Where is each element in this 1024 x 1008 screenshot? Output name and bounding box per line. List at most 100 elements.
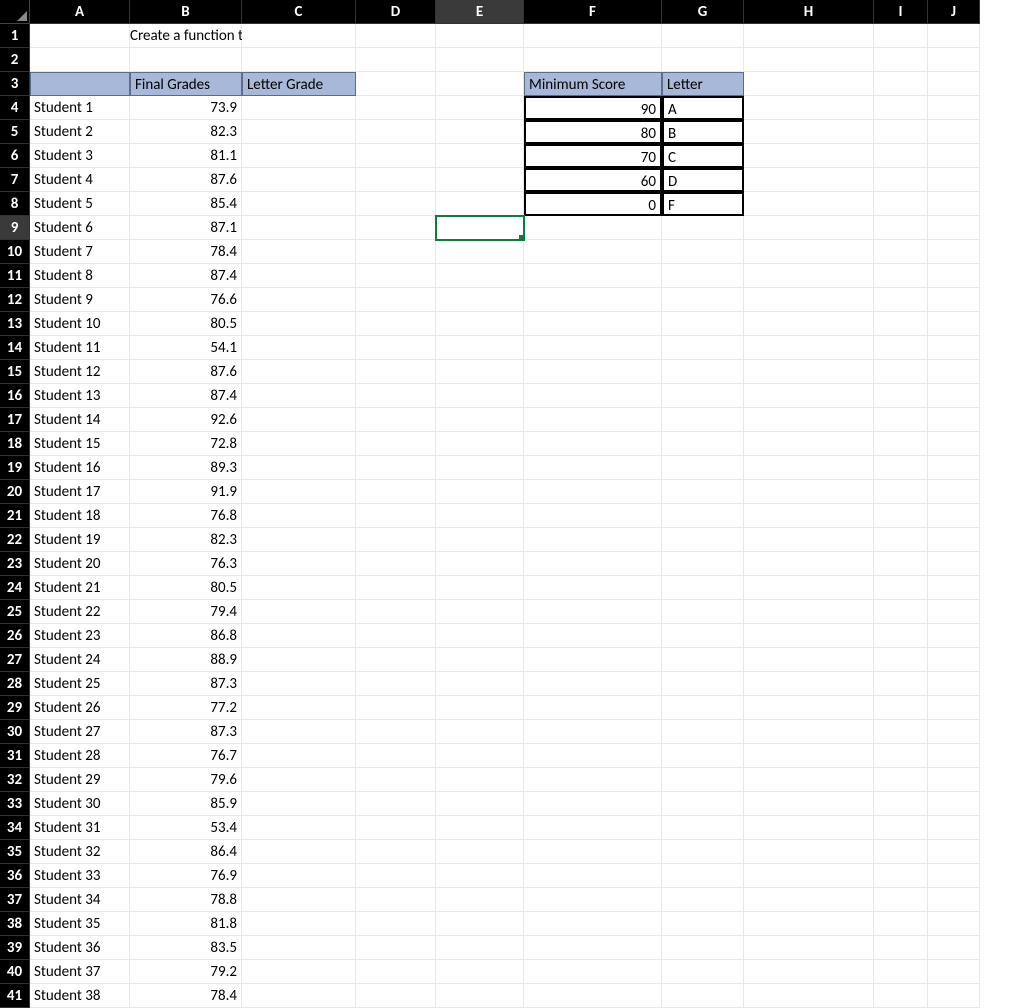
cell-H41[interactable] xyxy=(744,984,874,1008)
row-header-25[interactable]: 25 xyxy=(0,600,30,624)
student-grade-row-6[interactable]: 81.1 xyxy=(130,144,242,168)
cell-A2[interactable] xyxy=(30,48,130,72)
student-grade-row-17[interactable]: 92.6 xyxy=(130,408,242,432)
cell-C1[interactable] xyxy=(242,24,356,48)
cell-D5[interactable] xyxy=(356,120,436,144)
cell-I26[interactable] xyxy=(874,624,928,648)
cell-G21[interactable] xyxy=(662,504,744,528)
row-header-13[interactable]: 13 xyxy=(0,312,30,336)
cell-G38[interactable] xyxy=(662,912,744,936)
cell-H1[interactable] xyxy=(744,24,874,48)
cell-A3[interactable] xyxy=(30,72,130,96)
col-header-B[interactable]: B xyxy=(130,0,242,24)
row-header-22[interactable]: 22 xyxy=(0,528,30,552)
cell-E37[interactable] xyxy=(436,888,524,912)
cell-F41[interactable] xyxy=(524,984,662,1008)
student-grade-row-12[interactable]: 76.6 xyxy=(130,288,242,312)
cell-H9[interactable] xyxy=(744,216,874,240)
row-header-23[interactable]: 23 xyxy=(0,552,30,576)
cell-H40[interactable] xyxy=(744,960,874,984)
row-header-29[interactable]: 29 xyxy=(0,696,30,720)
cell-C7[interactable] xyxy=(242,168,356,192)
cell-F14[interactable] xyxy=(524,336,662,360)
student-name-row-37[interactable]: Student 34 xyxy=(30,888,130,912)
min-score-row-5[interactable]: 80 xyxy=(524,120,662,144)
cell-J5[interactable] xyxy=(928,120,980,144)
cell-G17[interactable] xyxy=(662,408,744,432)
row-header-31[interactable]: 31 xyxy=(0,744,30,768)
cell-C22[interactable] xyxy=(242,528,356,552)
cell-D31[interactable] xyxy=(356,744,436,768)
cell-E36[interactable] xyxy=(436,864,524,888)
student-grade-row-23[interactable]: 76.3 xyxy=(130,552,242,576)
active-cell[interactable] xyxy=(436,216,524,240)
cell-H20[interactable] xyxy=(744,480,874,504)
cell-I1[interactable] xyxy=(874,24,928,48)
cell-J2[interactable] xyxy=(928,48,980,72)
student-grade-row-37[interactable]: 78.8 xyxy=(130,888,242,912)
cell-G36[interactable] xyxy=(662,864,744,888)
row-header-27[interactable]: 27 xyxy=(0,648,30,672)
cell-E15[interactable] xyxy=(436,360,524,384)
cell-J10[interactable] xyxy=(928,240,980,264)
row-header-5[interactable]: 5 xyxy=(0,120,30,144)
cell-I33[interactable] xyxy=(874,792,928,816)
student-name-row-28[interactable]: Student 25 xyxy=(30,672,130,696)
cell-H10[interactable] xyxy=(744,240,874,264)
student-grade-row-29[interactable]: 77.2 xyxy=(130,696,242,720)
student-name-row-13[interactable]: Student 10 xyxy=(30,312,130,336)
cell-J15[interactable] xyxy=(928,360,980,384)
cell-F18[interactable] xyxy=(524,432,662,456)
student-grade-row-9[interactable]: 87.1 xyxy=(130,216,242,240)
cell-E23[interactable] xyxy=(436,552,524,576)
cell-C11[interactable] xyxy=(242,264,356,288)
cell-D15[interactable] xyxy=(356,360,436,384)
cell-F13[interactable] xyxy=(524,312,662,336)
student-grade-row-26[interactable]: 86.8 xyxy=(130,624,242,648)
cell-I8[interactable] xyxy=(874,192,928,216)
cell-H4[interactable] xyxy=(744,96,874,120)
cell-F12[interactable] xyxy=(524,288,662,312)
cell-E27[interactable] xyxy=(436,648,524,672)
student-grade-row-31[interactable]: 76.7 xyxy=(130,744,242,768)
cell-G25[interactable] xyxy=(662,600,744,624)
cell-E14[interactable] xyxy=(436,336,524,360)
row-header-18[interactable]: 18 xyxy=(0,432,30,456)
student-name-row-35[interactable]: Student 32 xyxy=(30,840,130,864)
cell-E34[interactable] xyxy=(436,816,524,840)
student-name-row-40[interactable]: Student 37 xyxy=(30,960,130,984)
cell-I28[interactable] xyxy=(874,672,928,696)
cell-F30[interactable] xyxy=(524,720,662,744)
cell-H32[interactable] xyxy=(744,768,874,792)
cell-J9[interactable] xyxy=(928,216,980,240)
cell-H29[interactable] xyxy=(744,696,874,720)
letter-row-8[interactable]: F xyxy=(662,192,744,216)
cell-H11[interactable] xyxy=(744,264,874,288)
row-header-28[interactable]: 28 xyxy=(0,672,30,696)
student-name-row-6[interactable]: Student 3 xyxy=(30,144,130,168)
cell-I24[interactable] xyxy=(874,576,928,600)
cell-G10[interactable] xyxy=(662,240,744,264)
cell-C28[interactable] xyxy=(242,672,356,696)
row-header-34[interactable]: 34 xyxy=(0,816,30,840)
cell-J14[interactable] xyxy=(928,336,980,360)
cell-G30[interactable] xyxy=(662,720,744,744)
cell-E21[interactable] xyxy=(436,504,524,528)
cell-F39[interactable] xyxy=(524,936,662,960)
student-grade-row-5[interactable]: 82.3 xyxy=(130,120,242,144)
row-header-39[interactable]: 39 xyxy=(0,936,30,960)
cell-J30[interactable] xyxy=(928,720,980,744)
student-grade-row-36[interactable]: 76.9 xyxy=(130,864,242,888)
cell-D18[interactable] xyxy=(356,432,436,456)
col-header-G[interactable]: G xyxy=(662,0,744,24)
cell-F34[interactable] xyxy=(524,816,662,840)
row-header-4[interactable]: 4 xyxy=(0,96,30,120)
cell-I34[interactable] xyxy=(874,816,928,840)
cell-G2[interactable] xyxy=(662,48,744,72)
header-min-score[interactable]: Minimum Score xyxy=(524,72,662,96)
cell-J26[interactable] xyxy=(928,624,980,648)
cell-D22[interactable] xyxy=(356,528,436,552)
cell-B2[interactable] xyxy=(130,48,242,72)
cell-G35[interactable] xyxy=(662,840,744,864)
cell-C24[interactable] xyxy=(242,576,356,600)
